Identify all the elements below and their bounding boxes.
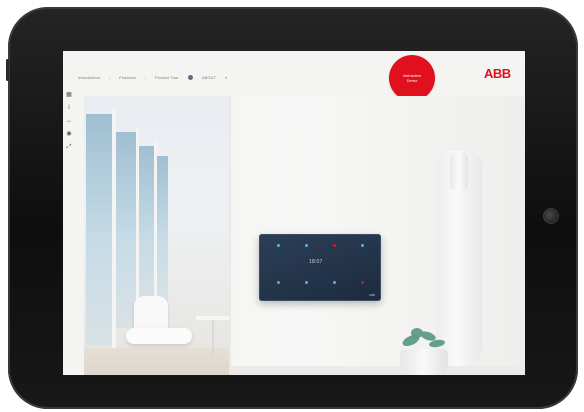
window-wall — [84, 96, 232, 375]
top-navigation: Introduction | Features | Product Tour A… — [78, 75, 228, 80]
plant-pot — [400, 349, 448, 375]
grid-icon[interactable]: ▦ — [65, 91, 73, 99]
status-dot-icon — [305, 281, 308, 284]
panel-readout: 18:07 — [309, 259, 323, 265]
status-dot-icon — [333, 281, 336, 284]
user-icon[interactable] — [187, 75, 193, 80]
home-button[interactable] — [543, 208, 559, 224]
zoom-icon[interactable]: ⤢ — [65, 143, 73, 151]
room-photo[interactable]: 18:07 ABB — [84, 96, 525, 375]
status-dot-icon — [361, 244, 364, 247]
side-button — [6, 59, 9, 81]
abb-logo[interactable]: ABB — [484, 66, 511, 81]
nav-item-introduction[interactable]: Introduction — [78, 75, 100, 80]
panel-logo: ABB — [368, 293, 375, 297]
chevron-down-icon[interactable]: ▾ — [225, 75, 227, 80]
status-dot-icon — [277, 281, 280, 284]
nav-item-product-tour[interactable]: Product Tour — [155, 75, 179, 80]
nav-item-features[interactable]: Features — [119, 75, 136, 80]
status-dot-icon — [333, 244, 336, 247]
status-dot-icon — [277, 244, 280, 247]
left-toolbar: ▦ i ↔ ◉ ⤢ — [65, 91, 75, 156]
smart-home-control-panel[interactable]: 18:07 ABB — [259, 234, 381, 301]
badge-line-2: Demo — [406, 78, 418, 83]
status-dot-icon — [305, 244, 308, 247]
demo-badge-button[interactable]: Interactive Demo — [389, 55, 435, 101]
status-dot-icon — [361, 281, 364, 284]
camera-icon[interactable]: ◉ — [65, 130, 73, 138]
info-icon[interactable]: i — [65, 104, 73, 112]
arrow-icon[interactable]: ↔ — [65, 117, 73, 125]
nav-item-about[interactable]: ABOUT — [202, 75, 216, 80]
app-screen: Introduction | Features | Product Tour A… — [63, 51, 525, 375]
plant-leaf — [411, 328, 423, 338]
